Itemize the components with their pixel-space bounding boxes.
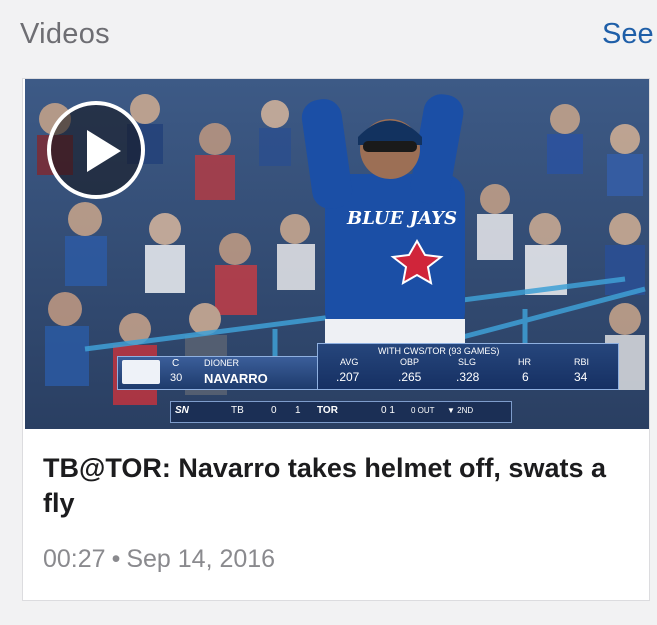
stat-value: 6: [522, 370, 529, 384]
stat-value: .265: [398, 370, 422, 384]
meta-separator: •: [111, 545, 121, 573]
player-stats-graphic: WITH CWS/TOR (93 GAMES) AVG OBP SLG HR R…: [317, 343, 619, 390]
score-bug: SN TB 0 1 TOR 0 1 0 OUT ▼ 2ND: [170, 401, 512, 423]
player-number: 30: [170, 372, 183, 384]
home-score-alt: 1: [295, 405, 301, 416]
stat-value: .328: [456, 370, 480, 384]
see-all-link[interactable]: See: [602, 18, 654, 51]
stat-label: OBP: [400, 357, 420, 367]
video-duration: 00:27: [43, 545, 106, 573]
inning: ▼ 2ND: [447, 406, 474, 415]
video-meta: 00:27 • Sep 14, 2016: [43, 545, 275, 574]
section-title: Videos: [20, 18, 110, 50]
stat-label: HR: [518, 357, 531, 367]
home-team: TOR: [317, 405, 338, 416]
stat-label: AVG: [340, 357, 359, 367]
video-title[interactable]: TB@TOR: Navarro takes helmet off, swats …: [43, 451, 633, 521]
player-position: C: [172, 358, 180, 369]
video-thumbnail[interactable]: BLUE JAYS C 30 DIONER NAVARRO WITH CWS/T…: [25, 79, 649, 429]
jersey-lettering: BLUE JAYS: [346, 208, 457, 229]
stat-value: 34: [574, 370, 588, 384]
pitch-count: 0 1: [381, 405, 395, 416]
video-card[interactable]: BLUE JAYS C 30 DIONER NAVARRO WITH CWS/T…: [22, 78, 650, 601]
away-team: TB: [231, 405, 244, 416]
outs: 0 OUT: [411, 406, 435, 415]
stats-header: WITH CWS/TOR (93 GAMES): [378, 346, 500, 356]
team-logo-icon: [122, 360, 160, 384]
away-score: 0: [271, 405, 277, 416]
stat-label: SLG: [458, 357, 477, 367]
player-last-name: NAVARRO: [204, 371, 268, 386]
stat-value: .207: [336, 370, 360, 384]
video-date: Sep 14, 2016: [126, 545, 276, 573]
player-name-graphic: C 30 DIONER NAVARRO: [117, 356, 319, 390]
network-logo: SN: [175, 405, 189, 416]
play-icon[interactable]: [47, 101, 145, 199]
stat-label: RBI: [574, 357, 590, 367]
player-first-name: DIONER: [204, 358, 240, 368]
